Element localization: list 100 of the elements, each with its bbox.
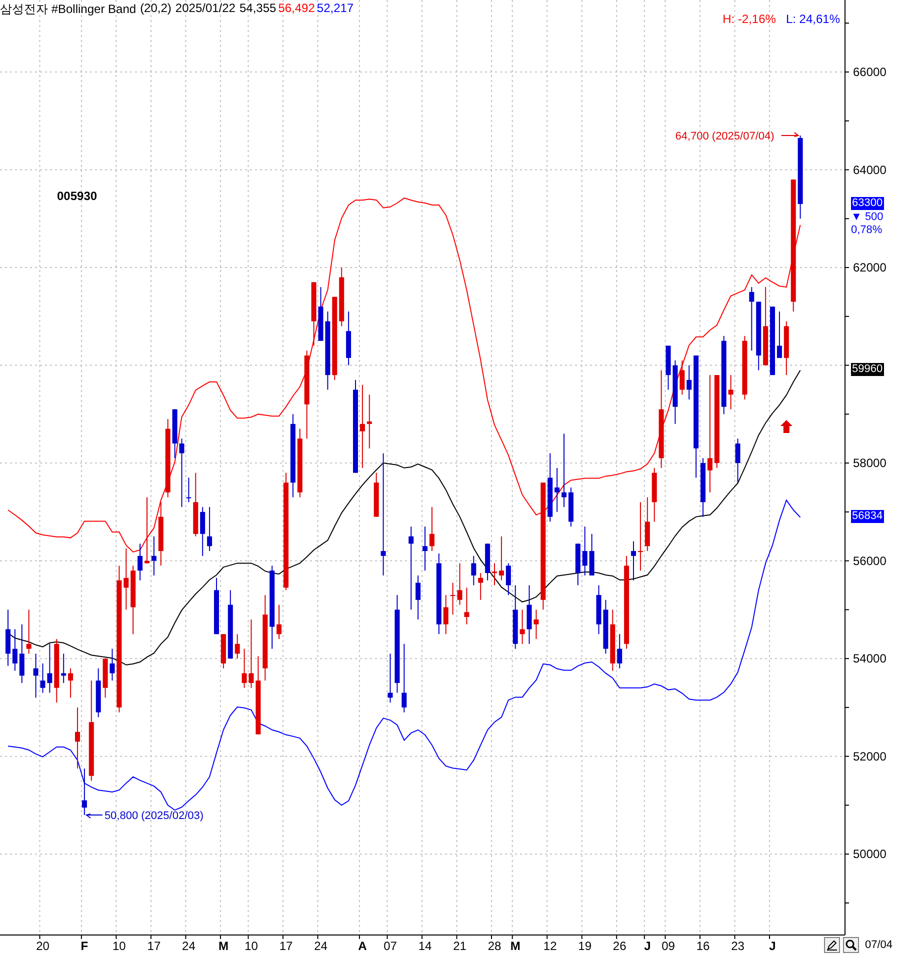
candlestick — [610, 609, 616, 672]
candlestick — [19, 624, 24, 684]
candlestick — [311, 282, 316, 346]
candlestick — [554, 467, 560, 512]
candlestick — [498, 536, 504, 581]
axis-label: 10 — [112, 939, 126, 953]
axis-label: 23 — [731, 939, 744, 953]
axis-label: 28 — [488, 939, 502, 953]
candlestick — [464, 587, 470, 625]
high-price-label: 64,700 (2025/07/04) — [675, 130, 774, 143]
candlestick — [582, 526, 588, 576]
price-change-text: 0,78% — [851, 224, 882, 237]
candlestick — [749, 286, 754, 352]
candlestick — [416, 574, 421, 620]
axis-label: 16 — [696, 939, 710, 953]
indicator-value: 52,217 — [316, 1, 354, 17]
candlestick — [26, 609, 32, 654]
candlestick — [617, 634, 622, 669]
axis-label: 09 — [662, 939, 675, 953]
candlestick — [686, 364, 692, 400]
candlestick — [603, 599, 608, 654]
candlestick — [179, 438, 184, 508]
candlestick — [429, 506, 434, 552]
candlestick — [130, 565, 136, 635]
candlestick — [520, 609, 525, 644]
candlestick — [443, 594, 448, 635]
candlestick — [680, 360, 685, 396]
candlestick — [33, 653, 38, 698]
candlestick — [200, 506, 206, 556]
candlestick — [248, 618, 254, 688]
candlestick — [672, 360, 678, 424]
edit-button[interactable] — [824, 937, 840, 953]
axis-label: 07 — [384, 939, 397, 953]
candlestick — [492, 562, 497, 586]
axis-label: J — [644, 939, 651, 953]
candlestick — [388, 653, 393, 704]
candlestick — [770, 306, 775, 376]
candlestick — [478, 572, 484, 600]
candlestick — [228, 590, 233, 660]
leader-arrow — [780, 132, 800, 138]
candlestick — [172, 408, 178, 459]
axis-label: 62000 — [853, 260, 886, 275]
axis-label: A — [358, 939, 367, 953]
candlestick — [575, 543, 580, 586]
candlestick — [12, 628, 18, 672]
candlestick — [457, 562, 462, 606]
candlestick — [40, 662, 46, 694]
axis-label: 19 — [578, 939, 592, 953]
chart-title: 삼성전자 #Bollinger Band — [0, 1, 136, 18]
cursor-date: 2025/01/22 — [175, 1, 236, 17]
indicator-value: 56,492 — [278, 1, 315, 17]
candlestick — [318, 286, 324, 342]
axis-label: 64000 — [853, 162, 886, 177]
candlestick — [297, 428, 302, 498]
axis-label: J — [769, 939, 776, 953]
candlestick — [110, 648, 115, 682]
candlestick — [68, 668, 74, 698]
stock-code: 005930 — [57, 189, 98, 203]
candlestick — [526, 584, 532, 644]
candlestick — [158, 502, 164, 566]
pencil-icon — [826, 939, 838, 951]
candlestick — [124, 548, 129, 610]
candlestick — [61, 653, 66, 684]
candlestick — [220, 634, 226, 669]
candlestick — [756, 301, 762, 371]
low-price-label: 50,800 (2025/02/03) — [104, 810, 204, 822]
candlestick — [144, 496, 150, 564]
candlestick — [596, 584, 602, 635]
indicator-params: (20,2) — [140, 1, 172, 17]
candlestick — [652, 467, 657, 522]
candlestick — [186, 477, 192, 503]
candlestick — [346, 311, 352, 366]
range-percent: H: -2,16% — [722, 12, 776, 26]
candlestick — [776, 311, 782, 358]
leader-arrow — [85, 813, 103, 818]
candlestick — [47, 643, 52, 694]
axis-label: 24 — [314, 939, 328, 953]
search-button[interactable] — [843, 937, 859, 953]
range-percent: L: 24,61% — [786, 12, 840, 26]
candlestick — [450, 582, 456, 616]
axis-label: 20 — [36, 939, 50, 953]
candlestick — [242, 648, 247, 688]
candlestick — [700, 458, 706, 518]
date-label: 07/04 — [865, 939, 893, 951]
candlestick — [512, 584, 518, 650]
candlestick — [402, 643, 407, 713]
price-tag: 63300 — [851, 196, 884, 210]
candlestick — [506, 562, 511, 596]
candlestick — [485, 543, 490, 581]
axis-label: 50000 — [853, 847, 886, 862]
candlestick — [214, 577, 219, 635]
candlestick — [96, 668, 101, 718]
axis-label: 14 — [418, 939, 432, 953]
candlestick — [366, 394, 372, 449]
candlestick — [276, 604, 282, 640]
search-icon — [845, 939, 857, 951]
candlestick — [422, 526, 428, 572]
axis-label: 17 — [279, 939, 293, 953]
candlestick — [638, 502, 643, 572]
axis-label: 21 — [453, 939, 466, 953]
